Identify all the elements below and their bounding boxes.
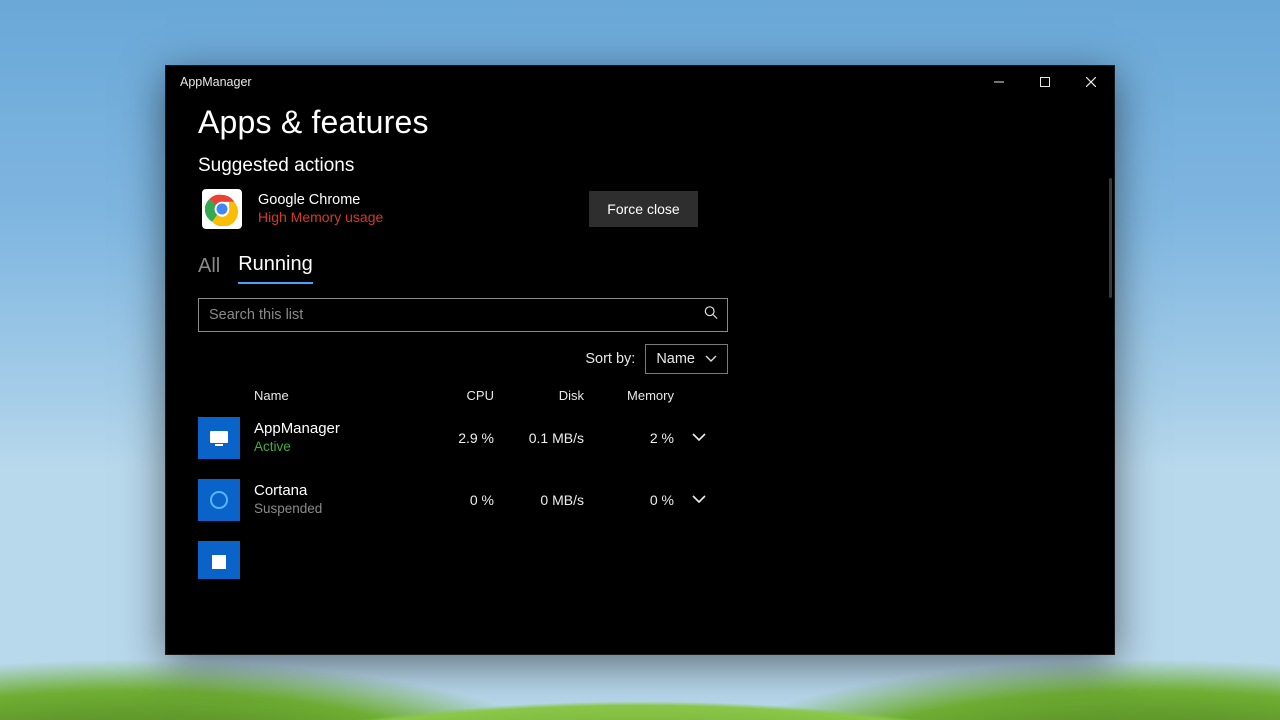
app-name-cell: AppManager Active — [254, 420, 414, 456]
expand-row-button[interactable] — [692, 429, 706, 447]
app-name: Cortana — [254, 482, 414, 501]
tab-running[interactable]: Running — [238, 253, 313, 284]
col-name: Name — [254, 388, 414, 403]
appmanager-window: AppManager Apps & features Suggested act… — [165, 65, 1115, 655]
memory-value: 2 % — [584, 430, 674, 446]
minimize-button[interactable] — [976, 66, 1022, 98]
app-name-cell: Cortana Suspended — [254, 482, 414, 518]
window-title: AppManager — [180, 75, 252, 89]
disk-value: 0.1 MB/s — [494, 430, 584, 446]
table-row[interactable]: AppManager Active 2.9 % 0.1 MB/s 2 % — [198, 407, 728, 469]
window-controls — [976, 66, 1114, 98]
close-icon — [1086, 77, 1096, 87]
titlebar: AppManager — [166, 66, 1114, 98]
cpu-value: 2.9 % — [414, 430, 494, 446]
app-tile-icon — [198, 479, 240, 521]
col-memory: Memory — [584, 388, 674, 403]
maximize-icon — [1040, 77, 1050, 87]
app-status: Suspended — [254, 501, 414, 518]
desktop-background: AppManager Apps & features Suggested act… — [0, 0, 1280, 720]
sort-row: Sort by: Name — [198, 344, 728, 374]
search-container — [198, 298, 728, 332]
cpu-value: 0 % — [414, 492, 494, 508]
table-row[interactable] — [198, 531, 728, 579]
scrollbar-thumb[interactable] — [1109, 178, 1112, 298]
minimize-icon — [994, 77, 1004, 87]
expand-row-button[interactable] — [692, 491, 706, 509]
chrome-icon — [202, 189, 242, 229]
column-headers: Name CPU Disk Memory — [198, 380, 728, 407]
sort-select[interactable]: Name — [645, 344, 728, 374]
suggested-actions-heading: Suggested actions — [198, 155, 1082, 177]
tab-all[interactable]: All — [198, 255, 220, 284]
table-row[interactable]: Cortana Suspended 0 % 0 MB/s 0 % — [198, 469, 728, 531]
app-name: AppManager — [254, 420, 414, 439]
app-tile-icon — [198, 417, 240, 459]
search-input[interactable] — [198, 298, 728, 332]
tabs: All Running — [198, 253, 1082, 284]
search-icon — [704, 306, 718, 325]
col-disk: Disk — [494, 388, 584, 403]
sort-label: Sort by: — [585, 351, 635, 367]
force-close-button[interactable]: Force close — [589, 191, 697, 227]
suggested-warning: High Memory usage — [258, 209, 383, 227]
app-tile-icon — [198, 541, 240, 579]
disk-value: 0 MB/s — [494, 492, 584, 508]
suggested-app-name: Google Chrome — [258, 191, 383, 209]
sort-selected: Name — [656, 351, 695, 367]
close-button[interactable] — [1068, 66, 1114, 98]
col-cpu: CPU — [414, 388, 494, 403]
suggested-action-row: Google Chrome High Memory usage Force cl… — [202, 189, 1082, 229]
suggested-action-text: Google Chrome High Memory usage — [258, 191, 383, 227]
memory-value: 0 % — [584, 492, 674, 508]
chevron-down-icon — [705, 351, 717, 367]
app-status: Active — [254, 439, 414, 456]
content-area: Apps & features Suggested actions Google… — [166, 98, 1114, 654]
maximize-button[interactable] — [1022, 66, 1068, 98]
page-title: Apps & features — [198, 104, 1082, 141]
